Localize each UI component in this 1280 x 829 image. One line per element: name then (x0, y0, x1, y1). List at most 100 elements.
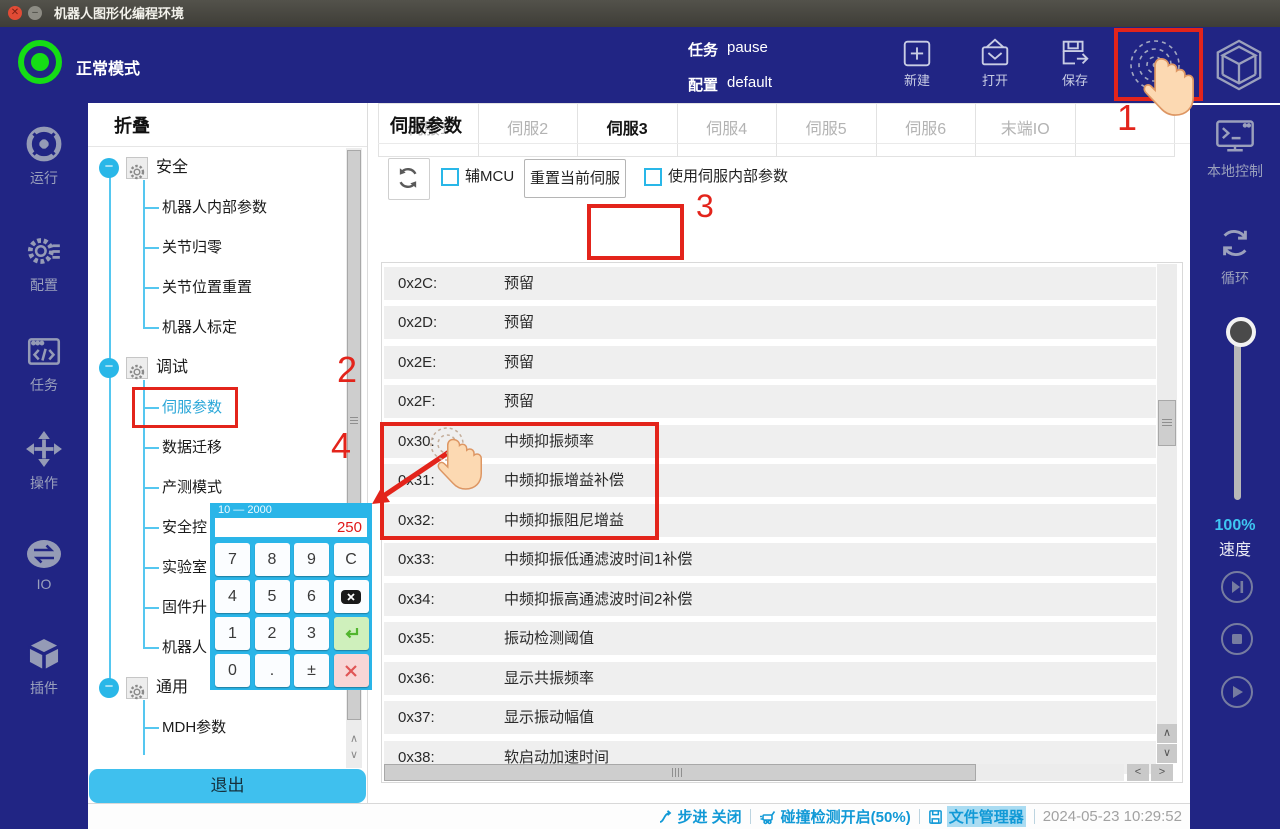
tab-servo4[interactable]: 伺服4 (678, 104, 778, 156)
tab-servo2[interactable]: 伺服2 (479, 104, 579, 156)
sidebar-item-io[interactable]: IO (0, 537, 88, 592)
tree-item[interactable]: MDH参数 (162, 708, 226, 748)
keypad-value-input[interactable]: 250 (215, 518, 367, 537)
key-7[interactable]: 7 (215, 543, 250, 576)
key-6[interactable]: 6 (294, 580, 329, 613)
exit-button[interactable]: 退出 (89, 769, 366, 803)
new-label: 新建 (904, 73, 930, 88)
scroll-up-icon[interactable]: ∧ (1157, 724, 1177, 743)
key-1[interactable]: 1 (215, 617, 250, 650)
sidebar-item-run[interactable]: 运行 (0, 125, 88, 188)
scroll-down-icon[interactable]: ∨ (346, 747, 362, 763)
tree-item[interactable]: 机器人内部参数 (162, 188, 267, 228)
tree-group-label: 调试 (156, 348, 188, 388)
tree-item[interactable]: 关节位置重置 (162, 268, 252, 308)
scroll-right-icon[interactable]: > (1151, 764, 1173, 781)
tree-item[interactable]: 机器人 (162, 628, 207, 668)
refresh-button[interactable] (388, 158, 430, 200)
key-backspace[interactable] (334, 580, 369, 613)
key-dot[interactable]: . (255, 654, 290, 687)
key-0[interactable]: 0 (215, 654, 250, 687)
key-9[interactable]: 9 (294, 543, 329, 576)
key-2[interactable]: 2 (255, 617, 290, 650)
tree-item[interactable]: 固件升 (162, 588, 207, 628)
reset-servo-button[interactable]: 重置当前伺服 (524, 159, 626, 198)
save-button[interactable]: 保存 (1043, 36, 1107, 89)
key-clear[interactable]: C (334, 543, 369, 576)
divider (919, 809, 920, 824)
file-manager-button[interactable]: 文件管理器 (928, 806, 1026, 827)
speed-slider-track[interactable] (1234, 320, 1241, 500)
table-row[interactable]: 0x2D:预留 (384, 306, 1156, 339)
tree-item[interactable]: 机器人标定 (162, 308, 237, 348)
table-row[interactable]: 0x33:中频抑振低通滤波时间1补偿 (384, 543, 1156, 576)
touch-demo-button[interactable] (1118, 32, 1190, 96)
stop-button[interactable] (1221, 623, 1253, 655)
task-label: 任务 (688, 39, 718, 60)
key-4[interactable]: 4 (215, 580, 250, 613)
gear-icon (25, 232, 63, 270)
mode-indicator-icon[interactable] (16, 38, 64, 86)
table-hscrollbar-thumb[interactable] (384, 764, 976, 781)
tree-item[interactable]: 产测模式 (162, 468, 222, 508)
scroll-up-icon[interactable]: ∧ (346, 731, 362, 747)
terminal-icon (1214, 117, 1256, 157)
new-button[interactable]: 新建 (885, 36, 949, 89)
collapse-node-icon[interactable] (99, 158, 119, 178)
close-icon[interactable]: ✕ (8, 6, 22, 20)
play-button[interactable] (1221, 676, 1253, 708)
tree-item[interactable]: 数据迁移 (162, 428, 222, 468)
tab-servo6[interactable]: 伺服6 (877, 104, 977, 156)
table-row[interactable]: 0x36:显示共振频率 (384, 662, 1156, 695)
use-internal-checkbox[interactable] (644, 168, 662, 186)
new-file-icon (900, 36, 934, 70)
scroll-left-icon[interactable]: < (1127, 764, 1149, 781)
loop-button[interactable]: 循环 (1190, 221, 1280, 288)
table-vscrollbar-track[interactable] (1157, 264, 1177, 724)
key-plusminus[interactable]: ± (294, 654, 329, 687)
collapse-node-icon[interactable] (99, 358, 119, 378)
skip-icon (1223, 573, 1251, 601)
table-row[interactable]: 0x2E:预留 (384, 346, 1156, 379)
sidebar-item-plugin[interactable]: 插件 (0, 635, 88, 698)
loop-label: 循环 (1190, 268, 1280, 288)
table-row[interactable]: 0x2C:预留 (384, 267, 1156, 300)
tab-servo5[interactable]: 伺服5 (777, 104, 877, 156)
tree-item[interactable]: 关节归零 (162, 228, 222, 268)
sidebar-item-label: IO (37, 576, 52, 592)
key-3[interactable]: 3 (294, 617, 329, 650)
gear-icon (126, 357, 148, 379)
local-control-button[interactable]: 本地控制 (1190, 117, 1280, 181)
sidebar-item-config[interactable]: 配置 (0, 232, 88, 295)
sidebar-item-operate[interactable]: 操作 (0, 430, 88, 493)
table-row[interactable]: 0x37:显示振动幅值 (384, 701, 1156, 734)
scroll-down-icon[interactable]: ∨ (1157, 744, 1177, 763)
step-mode-toggle[interactable]: 步进 关闭 (658, 806, 742, 827)
tree-item[interactable]: 实验室 (162, 548, 207, 588)
tree-item-servo-params[interactable]: 伺服参数 (162, 388, 222, 428)
table-row[interactable]: 0x32:中频抑振阻尼增益 (384, 504, 1156, 537)
tree-item[interactable]: 安全控 (162, 508, 207, 548)
cube-logo-icon (1212, 38, 1266, 92)
step-forward-button[interactable] (1221, 571, 1253, 603)
servo-tabs: 伺服1 伺服2 伺服3 伺服4 伺服5 伺服6 末端IO (378, 103, 1175, 157)
table-vscrollbar-thumb[interactable] (1158, 400, 1176, 446)
minimize-icon[interactable]: – (28, 6, 42, 20)
key-5[interactable]: 5 (255, 580, 290, 613)
table-row[interactable]: 0x34:中频抑振高通滤波时间2补偿 (384, 583, 1156, 616)
sidebar-item-task[interactable]: 任务 (0, 332, 88, 395)
collapse-node-icon[interactable] (99, 678, 119, 698)
aux-mcu-checkbox[interactable] (441, 168, 459, 186)
table-row[interactable]: 0x30:中频抑振频率 (384, 425, 1156, 458)
table-row[interactable]: 0x35:振动检测阈值 (384, 622, 1156, 655)
tab-end-io[interactable]: 末端IO (976, 104, 1076, 156)
table-row[interactable]: 0x2F:预留 (384, 385, 1156, 418)
open-button[interactable]: 打开 (963, 36, 1027, 89)
collision-detect-toggle[interactable]: 碰撞检测开启(50%) (759, 806, 911, 827)
table-row[interactable]: 0x31:中频抑振增益补偿 (384, 464, 1156, 497)
key-enter[interactable] (334, 617, 369, 650)
speed-slider-knob[interactable] (1226, 317, 1256, 347)
key-cancel[interactable] (334, 654, 369, 687)
key-8[interactable]: 8 (255, 543, 290, 576)
tab-servo3[interactable]: 伺服3 (578, 104, 678, 156)
